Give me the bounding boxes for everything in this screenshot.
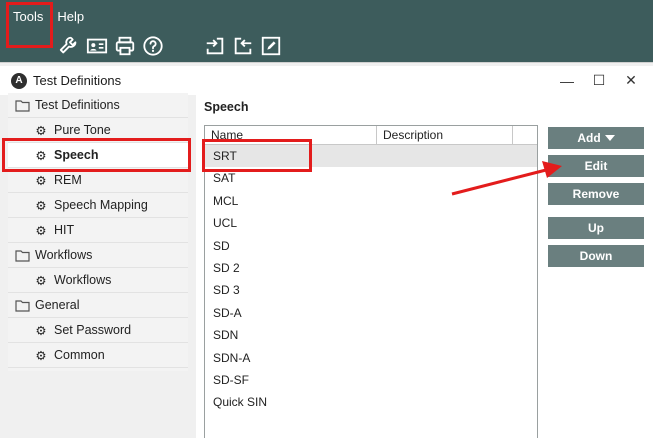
table-row[interactable]: SD 3 — [205, 279, 537, 301]
table-row[interactable]: SD-SF — [205, 369, 537, 391]
table-row[interactable]: SD 2 — [205, 257, 537, 279]
tree-item-label: Pure Tone — [54, 123, 111, 137]
app-bar: Tools Help — [0, 0, 653, 62]
maximize-button[interactable]: ☐ — [583, 66, 615, 95]
gear-icon: ⚙ — [35, 348, 47, 363]
edit-icon[interactable] — [258, 34, 284, 58]
window-controls: — ☐ ✕ — [551, 66, 647, 95]
tree-item-pure-tone[interactable]: ⚙ Pure Tone — [8, 118, 188, 143]
edit-button[interactable]: Edit — [548, 155, 644, 177]
gear-icon: ⚙ — [35, 198, 47, 213]
content-panel: Speech Name Description SRT SAT MCL UCL … — [196, 93, 653, 438]
gear-icon: ⚙ — [35, 173, 47, 188]
tree-group-label: General — [35, 298, 80, 312]
caret-down-icon — [604, 135, 615, 141]
tree-item-label: REM — [54, 173, 82, 187]
table-row[interactable]: SD — [205, 235, 537, 257]
remove-button[interactable]: Remove — [548, 183, 644, 205]
tree-item-label: Speech — [54, 148, 99, 162]
tree-item-label: Speech Mapping — [54, 198, 148, 212]
import-icon[interactable] — [202, 34, 228, 58]
dialog-title: Test Definitions — [33, 73, 122, 88]
gear-icon: ⚙ — [35, 273, 47, 288]
export-icon[interactable] — [230, 34, 256, 58]
tree-item-label: Set Password — [54, 323, 132, 337]
tree-item-workflows[interactable]: ⚙ Workflows — [8, 268, 188, 293]
grid-header: Name Description — [205, 126, 537, 145]
app-logo-icon: A — [11, 72, 27, 89]
tree-item-label: Common — [54, 348, 105, 362]
menu-help[interactable]: Help — [50, 0, 91, 32]
menubar: Tools Help — [0, 0, 91, 32]
table-row[interactable]: MCL — [205, 190, 537, 212]
gear-icon: ⚙ — [35, 148, 47, 163]
tree-item-speech-mapping[interactable]: ⚙ Speech Mapping — [8, 193, 188, 218]
tree-group-label: Workflows — [35, 248, 93, 262]
section-title: Speech — [204, 100, 249, 114]
toolbar — [56, 33, 286, 59]
dialog-title-bar: A Test Definitions — ☐ ✕ — [0, 66, 653, 95]
tree-group-test-definitions[interactable]: Test Definitions — [8, 93, 188, 118]
tree-group-workflows[interactable]: Workflows — [8, 243, 188, 268]
tree-group-general[interactable]: General — [8, 293, 188, 318]
tree-item-speech[interactable]: ⚙ Speech — [8, 143, 188, 168]
table-row[interactable]: SDN-A — [205, 347, 537, 369]
up-button[interactable]: Up — [548, 217, 644, 239]
help-icon[interactable] — [140, 34, 166, 58]
table-row[interactable]: UCL — [205, 212, 537, 234]
close-button[interactable]: ✕ — [615, 66, 647, 95]
definitions-tree: Test Definitions ⚙ Pure Tone ⚙ Speech ⚙ … — [8, 93, 188, 371]
minimize-button[interactable]: — — [551, 66, 583, 95]
column-header-name[interactable]: Name — [205, 126, 377, 144]
tree-item-rem[interactable]: ⚙ REM — [8, 168, 188, 193]
table-row[interactable]: SAT — [205, 167, 537, 189]
printer-icon[interactable] — [112, 34, 138, 58]
id-card-icon[interactable] — [84, 34, 110, 58]
test-definitions-dialog: A Test Definitions — ☐ ✕ Test Definition… — [0, 62, 653, 438]
action-buttons: Add Edit Remove Up Down — [548, 127, 644, 273]
tree-item-label: Workflows — [54, 273, 112, 287]
tree-item-hit[interactable]: ⚙ HIT — [8, 218, 188, 243]
gear-icon: ⚙ — [35, 323, 47, 338]
tree-item-set-password[interactable]: ⚙ Set Password — [8, 318, 188, 343]
wrench-icon[interactable] — [56, 34, 82, 58]
gear-icon: ⚙ — [35, 123, 47, 138]
down-button[interactable]: Down — [548, 245, 644, 267]
tree-item-common[interactable]: ⚙ Common — [8, 343, 188, 368]
folder-icon — [14, 297, 30, 313]
table-row[interactable]: SRT — [205, 145, 537, 168]
folder-icon — [14, 247, 30, 263]
table-row[interactable]: Quick SIN — [205, 391, 537, 413]
add-button[interactable]: Add — [548, 127, 644, 149]
add-button-label: Add — [577, 131, 601, 145]
table-row[interactable]: SDN — [205, 324, 537, 346]
tree-group-label: Test Definitions — [35, 98, 120, 112]
gear-icon: ⚙ — [35, 223, 47, 238]
table-row[interactable]: SD-A — [205, 302, 537, 324]
menu-tools[interactable]: Tools — [6, 0, 50, 32]
folder-icon — [14, 97, 30, 113]
column-header-description[interactable]: Description — [377, 126, 513, 144]
tree-item-label: HIT — [54, 223, 75, 237]
speech-tests-grid: Name Description SRT SAT MCL UCL SD SD 2… — [204, 125, 538, 438]
